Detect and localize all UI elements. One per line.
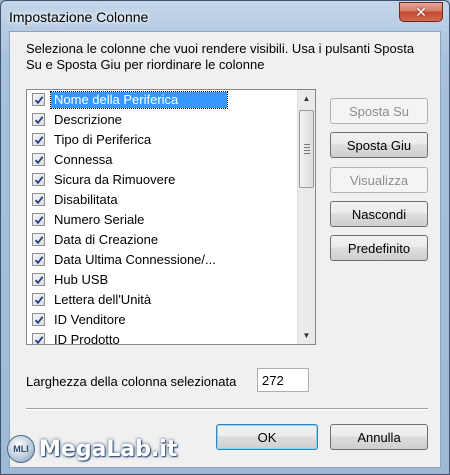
list-item-label: Lettera dell'Unità xyxy=(54,292,152,307)
checkbox[interactable] xyxy=(32,213,45,226)
scroll-up-icon[interactable]: ▲ xyxy=(298,90,315,107)
list-item[interactable]: Sicura da Rimuovere xyxy=(27,170,297,190)
list-item[interactable]: Lettera dell'Unità xyxy=(27,290,297,310)
checkbox[interactable] xyxy=(32,173,45,186)
checkbox[interactable] xyxy=(32,333,45,344)
list-item-label: Numero Seriale xyxy=(54,212,145,227)
close-icon: ✕ xyxy=(415,3,427,20)
checkbox[interactable] xyxy=(32,293,45,306)
list-item-label: Hub USB xyxy=(54,272,109,287)
list-item-label: Tipo di Periferica xyxy=(54,132,152,147)
separator xyxy=(26,408,428,410)
checkbox[interactable] xyxy=(32,233,45,246)
checkbox[interactable] xyxy=(32,253,45,266)
megalab-logo-icon: MLI xyxy=(7,435,35,463)
list-item[interactable]: Data Ultima Connessione/... xyxy=(27,250,297,270)
list-item-label: ID Venditore xyxy=(54,312,126,327)
instructions-text: Seleziona le colonne che vuoi rendere vi… xyxy=(26,41,415,72)
dialog-client-area: Seleziona le colonne che vuoi rendere vi… xyxy=(9,31,441,468)
list-item[interactable]: Numero Seriale xyxy=(27,210,297,230)
logo-text: MegaLab.it xyxy=(39,436,178,462)
list-item-label: Data di Creazione xyxy=(54,232,159,247)
list-item[interactable]: Data di Creazione xyxy=(27,230,297,250)
list-item-label: Data Ultima Connessione/... xyxy=(54,252,216,267)
default-button[interactable]: Predefinito xyxy=(330,235,428,261)
move-down-button[interactable]: Sposta Giu xyxy=(330,132,428,158)
list-item[interactable]: Connessa xyxy=(27,150,297,170)
title-bar[interactable]: Impostazione Colonne ✕ xyxy=(1,1,449,31)
column-width-label: Larghezza della colonna selezionata xyxy=(26,374,237,389)
cancel-button[interactable]: Annulla xyxy=(330,424,428,450)
close-button[interactable]: ✕ xyxy=(399,2,443,22)
scrollbar-thumb[interactable] xyxy=(299,110,314,188)
show-button[interactable]: Visualizza xyxy=(330,167,428,193)
list-item-label: ID Prodotto xyxy=(54,332,120,345)
checkbox[interactable] xyxy=(32,313,45,326)
grip-icon xyxy=(304,144,310,156)
list-item[interactable]: ID Venditore xyxy=(27,310,297,330)
list-item-label: Connessa xyxy=(54,152,113,167)
list-item-label: Descrizione xyxy=(54,112,122,127)
list-item[interactable]: Disabilitata xyxy=(27,190,297,210)
scroll-down-icon[interactable]: ▼ xyxy=(298,327,315,344)
hide-button[interactable]: Nascondi xyxy=(330,201,428,227)
list-item[interactable]: Tipo di Periferica xyxy=(27,130,297,150)
list-item-label: Sicura da Rimuovere xyxy=(54,172,176,187)
list-item[interactable]: Hub USB xyxy=(27,270,297,290)
ok-button[interactable]: OK xyxy=(216,424,318,450)
list-item-label: Disabilitata xyxy=(54,192,118,207)
column-width-input[interactable] xyxy=(257,368,309,392)
list-item[interactable]: ID Prodotto xyxy=(27,330,297,345)
dialog-window: Impostazione Colonne ✕ Seleziona le colo… xyxy=(0,0,450,475)
move-up-button[interactable]: Sposta Su xyxy=(330,98,428,124)
megalab-logo: MLI MegaLab.it xyxy=(7,429,177,469)
list-item[interactable]: Nome della Periferica xyxy=(27,90,297,110)
columns-listbox[interactable]: Nome della Periferica Descrizione Tipo di … xyxy=(26,89,316,345)
vertical-scrollbar[interactable]: ▲ ▼ xyxy=(297,90,315,344)
checkbox[interactable] xyxy=(32,273,45,286)
columns-list: Nome della Periferica Descrizione Tipo di … xyxy=(27,90,297,345)
checkbox[interactable] xyxy=(32,93,45,106)
list-item[interactable]: Descrizione xyxy=(27,110,297,130)
list-item-label: Nome della Periferica xyxy=(50,91,228,109)
checkbox[interactable] xyxy=(32,153,45,166)
checkbox[interactable] xyxy=(32,133,45,146)
window-title: Impostazione Colonne xyxy=(9,9,149,25)
checkbox[interactable] xyxy=(32,193,45,206)
checkbox[interactable] xyxy=(32,113,45,126)
